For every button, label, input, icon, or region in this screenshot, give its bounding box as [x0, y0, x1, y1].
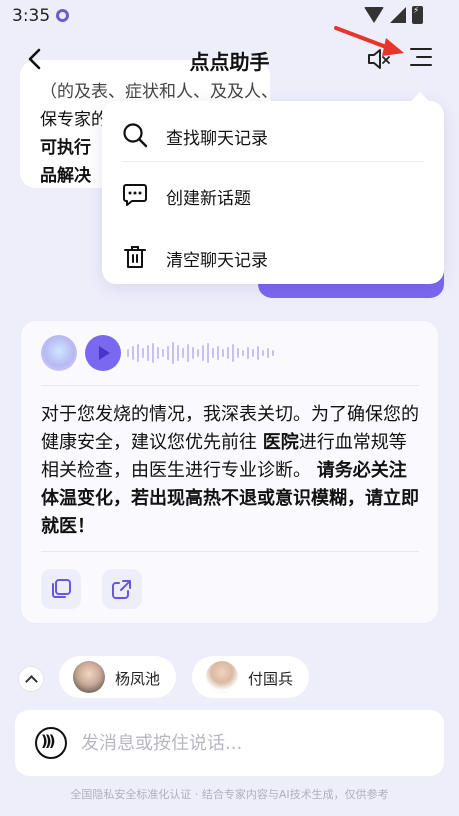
annotation-arrow-icon — [334, 26, 404, 56]
signal-icon — [390, 7, 406, 23]
audio-waveform-icon — [127, 341, 274, 365]
battery-charging-icon — [412, 6, 423, 24]
app-notification-icon — [56, 9, 69, 22]
expert-avatar — [206, 661, 238, 693]
expert-avatar — [73, 661, 105, 693]
answer-text: 对于您发烧的情况，我深表关切。为了确保您的健康安全，建议您优先前往 医院进行血常… — [41, 401, 419, 541]
menu-item-label: 清空聊天记录 — [166, 251, 268, 271]
expert-name: 付国兵 — [248, 670, 294, 688]
card-divider — [41, 551, 419, 552]
expert-name: 杨凤池 — [115, 670, 161, 688]
copy-button[interactable] — [41, 569, 81, 609]
menu-divider — [122, 161, 424, 162]
search-icon — [122, 122, 148, 148]
menu-item-new-topic[interactable]: 创建新话题 — [102, 165, 444, 225]
menu-icon[interactable] — [410, 48, 436, 70]
voice-input-icon[interactable] — [35, 727, 67, 759]
expert-chip[interactable]: 杨凤池 — [59, 656, 176, 698]
trash-icon — [122, 244, 148, 270]
disclaimer-note: 全国隐私安全标准化认证 · 结合专家内容与AI技术生成，仅供参考 — [70, 788, 389, 801]
card-divider — [41, 385, 419, 386]
assistant-avatar — [41, 335, 77, 371]
assistant-answer-card: 对于您发烧的情况，我深表关切。为了确保您的健康安全，建议您优先前往 医院进行血常… — [20, 320, 439, 624]
menu-item-search-history[interactable]: 查找聊天记录 — [102, 105, 444, 165]
answer-segment-bold: 医院 — [262, 432, 299, 453]
menu-item-label: 创建新话题 — [166, 189, 251, 209]
share-icon — [112, 580, 131, 599]
chat-bubble-icon — [122, 182, 148, 208]
message-input[interactable] — [81, 728, 421, 758]
message-input-bar — [15, 710, 444, 776]
menu-item-clear-history[interactable]: 清空聊天记录 — [102, 227, 444, 287]
status-time: 3:35 — [12, 6, 51, 26]
expert-chip[interactable]: 付国兵 — [192, 656, 309, 698]
copy-icon — [52, 579, 71, 598]
overflow-menu: 查找聊天记录 创建新话题 清空聊天记录 — [102, 92, 444, 287]
wifi-icon — [364, 7, 384, 23]
share-button[interactable] — [102, 569, 142, 609]
play-audio-button[interactable] — [85, 335, 121, 371]
collapse-experts-button[interactable] — [18, 666, 44, 692]
menu-item-label: 查找聊天记录 — [166, 129, 268, 149]
